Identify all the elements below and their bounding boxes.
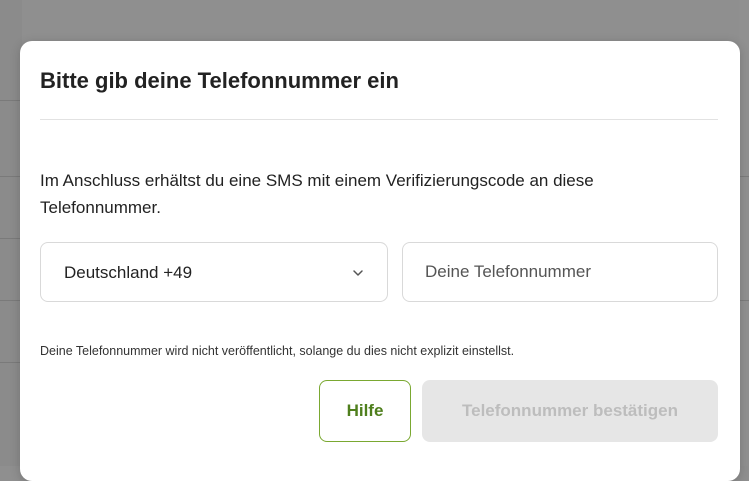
dialog-title: Bitte gib deine Telefonnummer ein: [40, 68, 399, 93]
confirm-phone-button[interactable]: Telefonnummer bestätigen: [422, 380, 718, 442]
help-button[interactable]: Hilfe: [319, 380, 411, 442]
background-page-edge-right: [739, 0, 749, 466]
country-code-value: Deutschland +49: [64, 263, 193, 282]
phone-number-input[interactable]: [402, 242, 718, 302]
phone-number-dialog: Bitte gib deine Telefonnummer ein Im Ans…: [20, 41, 740, 481]
background-page-edge: [0, 0, 22, 466]
country-code-select[interactable]: Deutschland +49: [40, 242, 388, 302]
dialog-description: Im Anschluss erhältst du eine SMS mit ei…: [40, 171, 594, 217]
title-divider: [40, 119, 718, 120]
privacy-hint: Deine Telefonnummer wird nicht veröffent…: [40, 344, 515, 358]
chevron-down-icon: [353, 270, 363, 276]
